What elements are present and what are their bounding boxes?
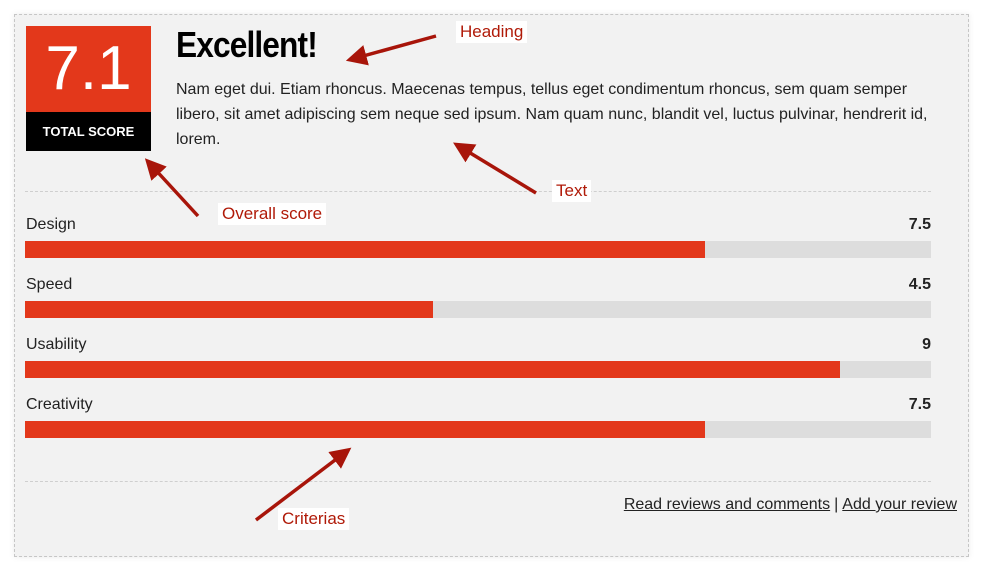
- review-text: Nam eget dui. Etiam rhoncus. Maecenas te…: [176, 81, 928, 148]
- criteria-bar-track: [25, 421, 931, 438]
- overall-score-label: TOTAL SCORE: [26, 112, 151, 151]
- criteria-bar-track: [25, 361, 931, 378]
- overall-score-value: 7.1: [26, 26, 151, 112]
- criteria-bar-fill: [25, 361, 841, 378]
- callout-criterias: Criterias: [278, 508, 350, 530]
- link-separator: |: [834, 496, 839, 513]
- criteria-bar-track: [25, 301, 931, 318]
- criteria-bar-track: [25, 241, 931, 258]
- criteria-name: Creativity: [26, 396, 93, 413]
- callout-text: Text: [552, 180, 592, 202]
- bottom-divider: [25, 481, 931, 482]
- callout-heading: Heading: [456, 21, 528, 43]
- review-heading: Excellent!: [176, 24, 318, 65]
- criteria-bar-fill: [25, 421, 705, 438]
- criteria-score: 7.5: [908, 396, 931, 413]
- top-divider: [25, 191, 931, 192]
- criteria-speed: Speed 4.5: [25, 275, 931, 321]
- criteria-bar-fill: [25, 301, 433, 318]
- overall-score-box: 7.1 TOTAL SCORE: [26, 26, 151, 151]
- callout-overall-score: Overall score: [218, 203, 327, 225]
- criteria-creativity: Creativity 7.5: [25, 395, 931, 441]
- criteria-design: Design 7.5: [25, 215, 931, 261]
- footer-links: Read reviews and comments | Add your revie…: [624, 496, 957, 514]
- criteria-name: Usability: [26, 336, 87, 353]
- add-review-link[interactable]: Add your review: [842, 496, 957, 513]
- read-reviews-link[interactable]: Read reviews and comments: [624, 496, 830, 513]
- criteria-bar-fill: [25, 241, 705, 258]
- criteria-name: Speed: [26, 276, 73, 293]
- criteria-score: 9: [922, 336, 931, 353]
- criteria-score: 7.5: [908, 216, 931, 233]
- criteria-score: 4.5: [908, 276, 931, 293]
- criteria-name: Design: [26, 216, 76, 233]
- criteria-usability: Usability 9: [25, 335, 931, 381]
